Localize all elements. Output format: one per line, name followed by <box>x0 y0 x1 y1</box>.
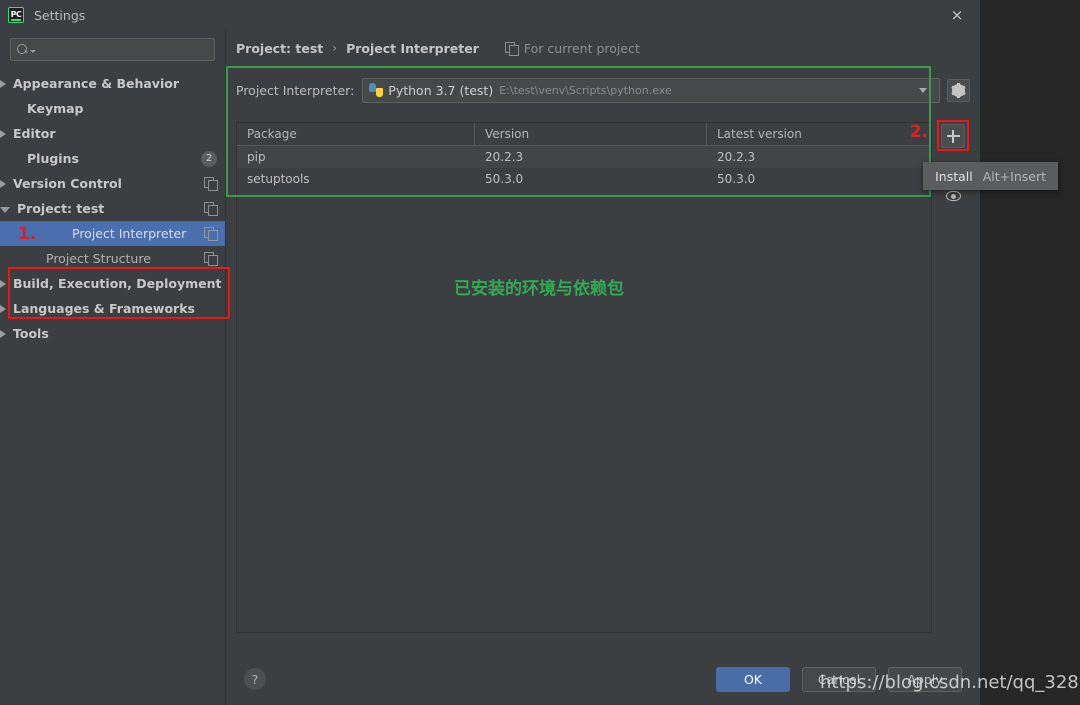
install-package-button[interactable] <box>941 124 965 148</box>
settings-tree: Appearance & Behavior Keymap Editor Plugins… <box>0 71 230 705</box>
interpreter-path: E:\test\venv\Scripts\python.exe <box>499 83 672 97</box>
column-header-package[interactable]: Package <box>237 123 475 145</box>
sidebar-item-project-test[interactable]: Project: test <box>0 196 225 221</box>
chevron-right-icon[interactable] <box>0 329 6 338</box>
ok-button[interactable]: OK <box>716 666 790 692</box>
sidebar-item-keymap[interactable]: Keymap <box>0 96 225 121</box>
install-tooltip: Install Alt+Insert <box>923 162 1058 190</box>
window-title: Settings <box>34 7 86 23</box>
copy-icon <box>204 202 218 216</box>
chevron-down-icon[interactable] <box>919 87 927 93</box>
settings-sidebar: Appearance & Behavior Keymap Editor Plugins… <box>0 30 230 705</box>
sidebar-item-label: Appearance & Behavior <box>13 76 179 91</box>
sidebar-item-build-execution-deployment[interactable]: Build, Execution, Deployment <box>0 271 225 296</box>
breadcrumb: Project: test › Project Interpreter For … <box>226 30 980 66</box>
column-header-version[interactable]: Version <box>475 123 707 145</box>
cell-package: setuptools <box>247 172 310 186</box>
sidebar-item-label: Build, Execution, Deployment <box>13 276 222 291</box>
sidebar-item-label: Editor <box>13 126 56 141</box>
table-row[interactable]: pip 20.2.3 20.2.3 <box>237 146 931 168</box>
eye-icon <box>945 191 961 201</box>
chevron-right-icon[interactable] <box>0 304 6 313</box>
sidebar-item-editor[interactable]: Editor <box>0 121 225 146</box>
cell-latest: 20.2.3 <box>717 150 756 164</box>
sidebar-item-label: Project Interpreter <box>72 226 187 241</box>
sidebar-item-label: Plugins <box>27 151 79 166</box>
gear-icon <box>951 82 966 98</box>
pycharm-logo-icon: PC <box>8 7 24 23</box>
cell-latest: 50.3.0 <box>717 172 756 186</box>
packages-table: Package Version Latest version pip 20.2.3 20… <box>236 122 932 633</box>
table-body: pip 20.2.3 20.2.3 setuptools 50.3.0 50.3.0 <box>237 146 931 632</box>
chevron-right-icon[interactable] <box>0 129 6 138</box>
help-button[interactable]: ? <box>244 668 266 690</box>
search-input[interactable] <box>39 42 208 57</box>
interpreter-name: Python 3.7 (test) <box>388 82 494 98</box>
annotation-marker-one: 1. <box>18 223 37 244</box>
annotation-green-note: 已安装的环境与依赖包 <box>454 279 624 299</box>
interpreter-settings-button[interactable] <box>947 78 970 102</box>
table-row[interactable]: setuptools 50.3.0 50.3.0 <box>237 168 931 190</box>
tooltip-shortcut: Alt+Insert <box>982 168 1046 184</box>
column-header-latest-version[interactable]: Latest version <box>707 123 931 145</box>
chevron-down-icon <box>30 49 36 53</box>
title-bar: PC Settings × <box>0 0 980 30</box>
sidebar-item-project-structure[interactable]: Project Structure <box>0 246 225 271</box>
interpreter-label: Project Interpreter: <box>236 82 355 98</box>
copy-icon <box>204 252 218 266</box>
scope-note-label: For current project <box>523 40 640 56</box>
plugins-count-badge: 2 <box>201 150 217 167</box>
chevron-right-icon[interactable] <box>0 179 6 188</box>
sidebar-item-label: Languages & Frameworks <box>13 301 195 316</box>
cell-version: 50.3.0 <box>485 172 524 186</box>
sidebar-item-label: Project: test <box>17 201 105 216</box>
chevron-right-icon[interactable] <box>0 79 6 88</box>
dialog-body: Appearance & Behavior Keymap Editor Plugins… <box>0 30 1058 705</box>
sidebar-item-label: Version Control <box>13 176 122 191</box>
tooltip-label: Install <box>935 168 973 184</box>
chevron-down-icon[interactable] <box>0 206 10 213</box>
python-logo-icon <box>369 83 384 97</box>
sidebar-item-plugins[interactable]: Plugins 2 <box>0 146 225 171</box>
watermark: https://blog.csdn.net/qq_32892383 <box>820 672 1080 693</box>
settings-dialog: PC Settings × Appearance & Behavior Keyma… <box>0 0 1058 705</box>
table-header: Package Version Latest version <box>237 123 931 146</box>
search-icon <box>17 44 28 55</box>
cell-version: 20.2.3 <box>485 150 524 164</box>
breadcrumb-separator: › <box>332 41 338 55</box>
breadcrumb-parent[interactable]: Project: test <box>236 41 323 56</box>
annotation-marker-two: 2. <box>909 122 928 142</box>
copy-icon <box>204 227 218 241</box>
search-box[interactable] <box>10 38 215 61</box>
interpreter-row: Project Interpreter: Python 3.7 (test) E… <box>236 66 970 106</box>
copy-icon <box>504 41 519 56</box>
main-panel: Project: test › Project Interpreter For … <box>226 30 1058 705</box>
close-icon[interactable]: × <box>934 0 980 30</box>
content-pane: Project Interpreter: Python 3.7 (test) E… <box>226 66 1058 653</box>
search-wrapper <box>0 38 225 71</box>
chevron-right-icon[interactable] <box>0 279 6 288</box>
sidebar-item-project-interpreter[interactable]: 1. Project Interpreter <box>0 221 225 246</box>
scope-note: For current project <box>504 40 640 56</box>
cell-package: pip <box>247 150 266 164</box>
screenshot-root: PC Settings × Appearance & Behavior Keyma… <box>0 0 1080 705</box>
sidebar-item-label: Project Structure <box>46 251 151 266</box>
sidebar-item-languages-frameworks[interactable]: Languages & Frameworks <box>0 296 225 321</box>
sidebar-item-tools[interactable]: Tools <box>0 321 225 346</box>
breadcrumb-current: Project Interpreter <box>346 40 479 56</box>
plus-icon <box>946 129 960 143</box>
sidebar-item-version-control[interactable]: Version Control <box>0 171 225 196</box>
copy-icon <box>204 177 218 191</box>
sidebar-item-label: Keymap <box>27 101 84 116</box>
interpreter-dropdown[interactable]: Python 3.7 (test) E:\test\venv\Scripts\p… <box>362 77 940 103</box>
sidebar-item-label: Tools <box>13 326 49 341</box>
sidebar-item-appearance-behavior[interactable]: Appearance & Behavior <box>0 71 225 96</box>
